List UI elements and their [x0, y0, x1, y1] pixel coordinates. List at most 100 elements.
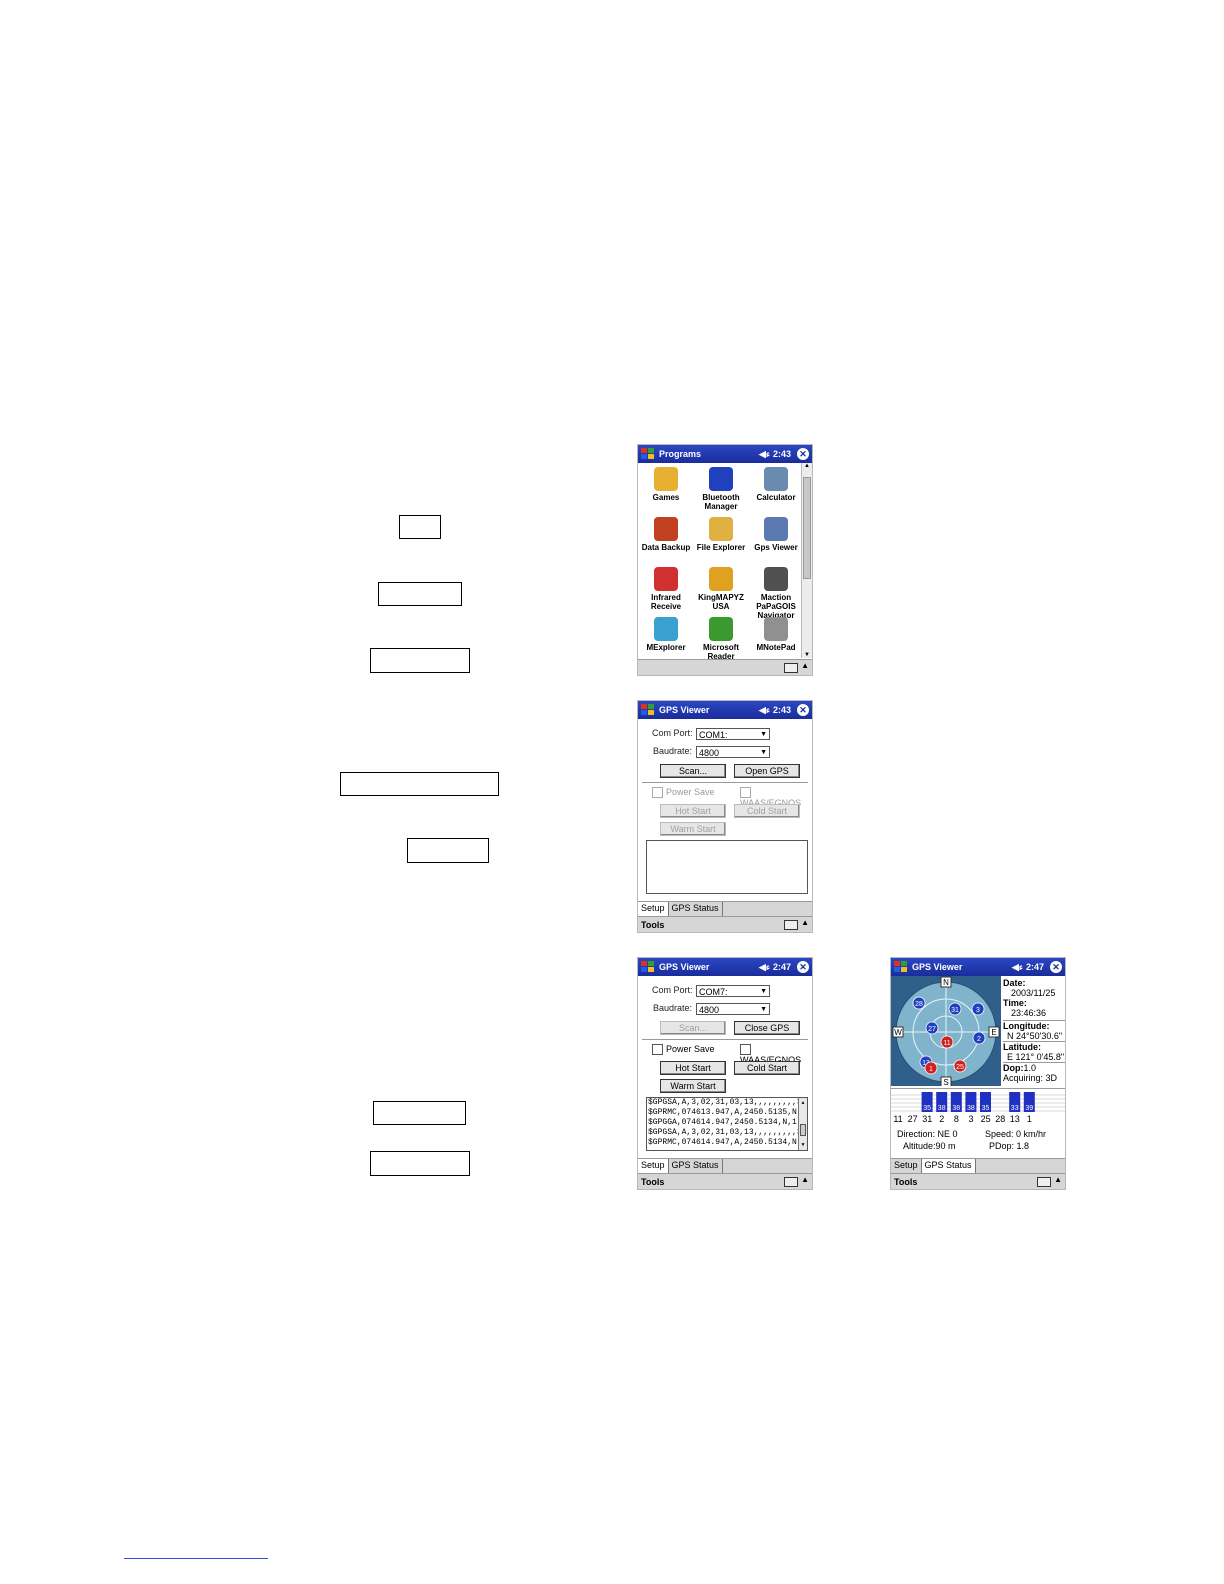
baudrate-select[interactable]: 4800 ▼: [696, 1003, 770, 1015]
keyboard-icon[interactable]: [784, 1177, 798, 1187]
program-data-backup[interactable]: Data Backup: [638, 517, 694, 552]
menu-bar: ▲: [638, 659, 812, 675]
satellite-marker: 11: [940, 1035, 954, 1049]
scroll-down-icon[interactable]: ▼: [802, 652, 812, 658]
scroll-up-icon[interactable]: ▲: [799, 1098, 807, 1108]
close-gps-button[interactable]: Close GPS: [734, 1021, 800, 1035]
signal-bar-label: 35: [923, 1105, 931, 1112]
warm-start-button[interactable]: Warm Start: [660, 822, 726, 836]
checkbox-box: [740, 1044, 751, 1056]
close-icon[interactable]: ✕: [797, 961, 809, 973]
signal-strength-panel: 11 35 27 38 31 38 2 38 8 35 3 25 33 28 39 13 1: [891, 1088, 1065, 1125]
baudrate-select[interactable]: 4800 ▼: [696, 746, 770, 758]
speaker-icon[interactable]: ◀ﺀ: [1012, 962, 1023, 973]
speaker-icon[interactable]: ◀ﺀ: [759, 449, 770, 460]
power-save-checkbox[interactable]: Power Save: [652, 787, 715, 799]
satellite-prn-label: 11: [893, 1114, 902, 1124]
warm-start-button[interactable]: Warm Start: [660, 1079, 726, 1093]
program-file-explorer[interactable]: File Explorer: [693, 517, 749, 552]
speed-label: Speed:: [985, 1129, 1014, 1139]
scrollbar-thumb[interactable]: [800, 1124, 806, 1136]
input-arrow-icon[interactable]: ▲: [801, 1175, 809, 1184]
scrollbar[interactable]: ▲ ▼: [801, 463, 812, 658]
hot-start-button[interactable]: Hot Start: [660, 804, 726, 818]
tools-menu[interactable]: Tools: [641, 920, 664, 930]
com-port-select[interactable]: COM1: ▼: [696, 728, 770, 740]
input-arrow-icon[interactable]: ▲: [1054, 1175, 1062, 1184]
scroll-down-icon[interactable]: ▼: [799, 1140, 807, 1150]
keyboard-icon[interactable]: [784, 663, 798, 673]
tools-menu[interactable]: Tools: [641, 1177, 664, 1187]
tab-gps-status[interactable]: GPS Status: [668, 902, 723, 916]
cold-start-button[interactable]: Cold Start: [734, 1061, 800, 1075]
program-maction-papagois-navigator[interactable]: Maction PaPaGOIS Navigator: [748, 567, 804, 620]
com-port-select[interactable]: COM7: ▼: [696, 985, 770, 997]
callout-box-7: [370, 1151, 470, 1176]
program-games[interactable]: Games: [638, 467, 694, 502]
program-microsoft-reader[interactable]: Microsoft Reader: [693, 617, 749, 661]
pdop-readout: PDop: 1.8: [989, 1141, 1029, 1151]
power-save-checkbox[interactable]: Power Save: [652, 1044, 715, 1056]
checkbox-box: [652, 787, 663, 799]
title-bar: Programs ◀ﺀ 2:43 ✕: [638, 445, 812, 463]
signal-bar-label: 38: [967, 1105, 975, 1112]
input-arrow-icon[interactable]: ▲: [801, 918, 809, 927]
windows-start-icon[interactable]: [641, 960, 655, 974]
window-title: GPS Viewer: [659, 705, 710, 715]
program-calculator[interactable]: Calculator: [748, 467, 804, 502]
tools-menu[interactable]: Tools: [894, 1177, 917, 1187]
tab-gps-status[interactable]: GPS Status: [668, 1159, 723, 1173]
menu-bar: Tools ▲: [891, 1173, 1065, 1189]
program-infrared-receive[interactable]: Infrared Receive: [638, 567, 694, 611]
nmea-log-line: $GPGSA,A,3,02,31,03,13,,,,,,,,,3.5,1: [648, 1128, 798, 1137]
satellite-prn-label: 27: [908, 1114, 918, 1124]
windows-start-icon[interactable]: [894, 960, 908, 974]
close-icon[interactable]: ✕: [1050, 961, 1062, 973]
program-mnotepad[interactable]: MNotePad: [748, 617, 804, 652]
tab-setup[interactable]: Setup: [891, 1159, 922, 1173]
windows-start-icon[interactable]: [641, 447, 655, 461]
scroll-up-icon[interactable]: ▲: [802, 463, 812, 469]
program-icon: [764, 617, 788, 641]
pdop-value: 1.8: [1016, 1141, 1030, 1151]
program-mexplorer[interactable]: MExplorer: [638, 617, 694, 652]
program-gps-viewer[interactable]: Gps Viewer: [748, 517, 804, 552]
program-label: Calculator: [756, 493, 796, 502]
nmea-log[interactable]: $GPGSA,A,3,02,31,03,13,,,,,,,,,3.5,1$GPR…: [646, 1097, 808, 1151]
com-port-label: Com Port:: [652, 728, 693, 738]
close-icon[interactable]: ✕: [797, 704, 809, 716]
program-bluetooth-manager[interactable]: Bluetooth Manager: [693, 467, 749, 511]
keyboard-icon[interactable]: [784, 920, 798, 930]
time-value: 23:46:36: [1011, 1008, 1047, 1018]
satellite-id: 2: [977, 1036, 981, 1043]
callout-box-4: [340, 772, 499, 796]
callout-box-6: [373, 1101, 466, 1125]
screen-programs: Programs ◀ﺀ 2:43 ✕ Games Bluetooth Manage…: [637, 444, 813, 676]
speaker-icon[interactable]: ◀ﺀ: [759, 705, 770, 716]
open-gps-button[interactable]: Open GPS: [734, 764, 800, 778]
satellite-prn-label: 2: [939, 1114, 944, 1124]
tab-setup[interactable]: Setup: [638, 1159, 669, 1173]
power-save-label: Power Save: [666, 1044, 715, 1054]
divider: [642, 1039, 808, 1040]
speaker-icon[interactable]: ◀ﺀ: [759, 962, 770, 973]
cold-start-button[interactable]: Cold Start: [734, 804, 800, 818]
program-label: MExplorer: [646, 643, 686, 652]
scan-button[interactable]: Scan...: [660, 764, 726, 778]
program-kingmapyz-usa[interactable]: KingMAPYZ USA: [693, 567, 749, 611]
program-icon: [654, 467, 678, 491]
close-icon[interactable]: ✕: [797, 448, 809, 460]
scan-button[interactable]: Scan...: [660, 1021, 726, 1035]
program-icon: [709, 517, 733, 541]
windows-start-icon[interactable]: [641, 703, 655, 717]
program-label: MNotePad: [756, 643, 796, 652]
tab-setup[interactable]: Setup: [638, 902, 669, 916]
tab-gps-status[interactable]: GPS Status: [921, 1159, 976, 1173]
input-arrow-icon[interactable]: ▲: [801, 661, 809, 670]
program-icon: [654, 517, 678, 541]
keyboard-icon[interactable]: [1037, 1177, 1051, 1187]
log-scrollbar[interactable]: ▲ ▼: [798, 1098, 807, 1150]
scrollbar-thumb[interactable]: [803, 477, 811, 579]
nmea-log[interactable]: [646, 840, 808, 894]
hot-start-button[interactable]: Hot Start: [660, 1061, 726, 1075]
